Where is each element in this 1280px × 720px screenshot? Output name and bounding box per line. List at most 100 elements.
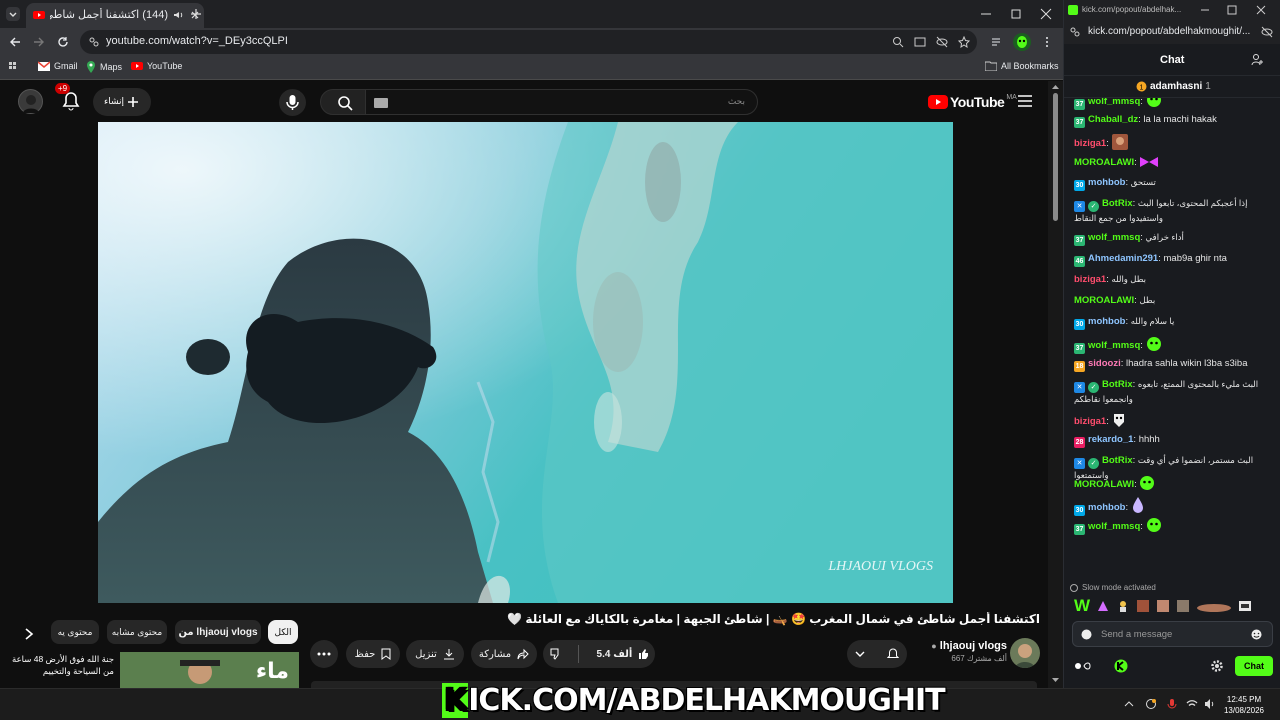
forward-icon[interactable] xyxy=(33,36,45,48)
bookmark-maps[interactable]: Maps xyxy=(86,61,122,73)
chip-channel[interactable]: من lhjaouj vlogs xyxy=(175,620,261,644)
minimize-icon[interactable] xyxy=(1200,5,1210,15)
save-button[interactable]: حفظ xyxy=(346,640,400,668)
chat-username[interactable]: Ahmedamin291 xyxy=(1088,253,1158,264)
tray-chevron-icon[interactable] xyxy=(1124,699,1134,709)
scroll-up-icon[interactable] xyxy=(1051,84,1060,90)
all-bookmarks-button[interactable]: All Bookmarks xyxy=(985,61,1059,71)
create-button[interactable]: إنشاء xyxy=(93,88,151,116)
minimize-icon[interactable] xyxy=(980,8,992,20)
chip-more[interactable]: محتوى يه xyxy=(51,620,99,644)
message-input[interactable]: Send a message xyxy=(1072,621,1273,647)
channel-avatar[interactable] xyxy=(1010,638,1040,668)
chat-username[interactable]: biziga1 xyxy=(1074,138,1106,149)
popup-url-bar[interactable]: kick.com/popout/abdelhakmoughit/... xyxy=(1064,20,1280,44)
chat-username[interactable]: BotRix xyxy=(1102,379,1133,390)
account-avatar[interactable] xyxy=(18,89,43,114)
settings-gear-icon[interactable] xyxy=(1210,659,1224,673)
chat-username[interactable]: biziga1 xyxy=(1074,416,1106,427)
more-actions-button[interactable] xyxy=(310,640,338,668)
sync-icon[interactable] xyxy=(1145,698,1157,710)
site-info-icon[interactable] xyxy=(1070,27,1080,37)
tab-search-button[interactable] xyxy=(6,7,20,21)
reload-icon[interactable] xyxy=(57,36,69,48)
scrollbar-thumb[interactable] xyxy=(1053,93,1058,221)
search-input[interactable]: بحث xyxy=(365,89,758,115)
chat-messages[interactable]: 37 wolf_mmsq: 37 Chaball_dz: la la machi h… xyxy=(1064,98,1280,583)
chat-username[interactable]: wolf_mmsq xyxy=(1088,98,1140,107)
new-tab-icon[interactable] xyxy=(190,8,202,20)
chip-related[interactable]: محتوى مشابه xyxy=(107,620,167,644)
microphone-tray-icon[interactable] xyxy=(1166,698,1178,710)
bookmark-gmail[interactable]: Gmail xyxy=(38,61,78,71)
apps-grid-icon[interactable] xyxy=(8,61,20,73)
video-player[interactable]: LHJAOUI VLOGS xyxy=(98,122,953,603)
chip-all[interactable]: الكل xyxy=(268,620,298,644)
page-scrollbar[interactable] xyxy=(1048,81,1063,688)
chat-username[interactable]: BotRix xyxy=(1102,455,1133,466)
points-icon[interactable] xyxy=(1074,659,1096,673)
chat-username[interactable]: wolf_mmsq xyxy=(1088,232,1140,243)
search-button[interactable] xyxy=(320,89,366,115)
clock[interactable]: 12:45 PM 13/08/2026 xyxy=(1222,694,1266,716)
chat-username[interactable]: biziga1 xyxy=(1074,274,1106,285)
chips-next-button[interactable] xyxy=(18,622,40,646)
share-button[interactable]: مشاركة xyxy=(471,640,537,668)
notifications-button[interactable]: +9 xyxy=(55,83,83,113)
profile-avatar[interactable] xyxy=(1013,33,1031,51)
hamburger-menu-icon[interactable] xyxy=(1017,94,1033,108)
chat-username[interactable]: MOROALAWI xyxy=(1074,479,1134,490)
pinned-gifter[interactable]: 1 adamhasni 1 xyxy=(1064,76,1280,98)
maximize-icon[interactable] xyxy=(1010,8,1022,20)
like-button[interactable]: 5.4 ألف xyxy=(597,648,650,660)
chat-username[interactable]: mohbob xyxy=(1088,177,1125,188)
w-emote[interactable]: W xyxy=(1074,596,1090,616)
speaker-icon[interactable] xyxy=(172,9,184,21)
scroll-down-icon[interactable] xyxy=(1051,677,1060,683)
channel-name[interactable]: ● lhjaouj vlogs xyxy=(917,640,1007,652)
zoom-icon[interactable] xyxy=(892,36,904,48)
chat-username[interactable]: wolf_mmsq xyxy=(1088,521,1140,532)
chat-username[interactable]: mohbob xyxy=(1088,316,1125,327)
send-chat-button[interactable]: Chat xyxy=(1235,656,1273,676)
download-button[interactable]: تنزيل xyxy=(406,640,464,668)
emote-face3-icon[interactable] xyxy=(1176,599,1190,613)
site-info-icon[interactable] xyxy=(88,36,100,48)
emote-face2-icon[interactable] xyxy=(1156,599,1170,613)
emote-face-icon[interactable] xyxy=(1136,599,1150,613)
emote-dance-icon[interactable] xyxy=(1116,599,1130,613)
chat-username[interactable]: rekardo_1 xyxy=(1088,434,1133,445)
media-queue-icon[interactable] xyxy=(991,36,1003,48)
eye-off-icon[interactable] xyxy=(936,36,948,48)
next-video-title[interactable]: جنة الله فوق الأرض 48 ساعة من السياحة وا… xyxy=(12,653,114,677)
close-window-icon[interactable] xyxy=(1256,5,1266,15)
dislike-icon[interactable] xyxy=(549,648,561,660)
users-icon[interactable] xyxy=(1251,53,1265,67)
chat-username[interactable]: MOROALAWI xyxy=(1074,295,1134,306)
emote-sign-icon[interactable] xyxy=(1238,599,1252,613)
chat-username[interactable]: MOROALAWI xyxy=(1074,157,1134,168)
kebab-menu-icon[interactable] xyxy=(1041,36,1053,48)
maximize-icon[interactable] xyxy=(1227,5,1237,15)
youtube-logo[interactable]: YouTube MA xyxy=(928,94,1017,110)
wifi-icon[interactable] xyxy=(1186,698,1198,710)
keyboard-icon[interactable] xyxy=(374,98,388,108)
chat-username[interactable]: BotRix xyxy=(1102,198,1133,209)
address-bar[interactable]: youtube.com/watch?v=_DEy3ccQLPI xyxy=(80,30,977,54)
emote-pink-icon[interactable] xyxy=(1096,599,1110,613)
install-app-icon[interactable] xyxy=(914,36,926,48)
voice-search-button[interactable] xyxy=(279,89,306,116)
kick-logo-icon[interactable] xyxy=(1114,659,1128,673)
bookmark-youtube[interactable]: YouTube xyxy=(131,61,182,71)
chat-username[interactable]: sidoozi xyxy=(1088,358,1121,369)
volume-icon[interactable] xyxy=(1204,698,1216,710)
emoji-icon[interactable] xyxy=(1251,629,1262,640)
subscribed-button[interactable] xyxy=(847,640,907,668)
next-video-thumbnail[interactable]: ماء xyxy=(120,652,299,688)
chat-username[interactable]: wolf_mmsq xyxy=(1088,340,1140,351)
bookmark-star-icon[interactable] xyxy=(958,36,970,48)
eye-off-icon[interactable] xyxy=(1261,26,1273,38)
back-icon[interactable] xyxy=(9,36,21,48)
close-window-icon[interactable] xyxy=(1040,8,1052,20)
browser-tab[interactable]: (144) اكتشفنا أجمل شاطئ ف... xyxy=(26,3,204,28)
